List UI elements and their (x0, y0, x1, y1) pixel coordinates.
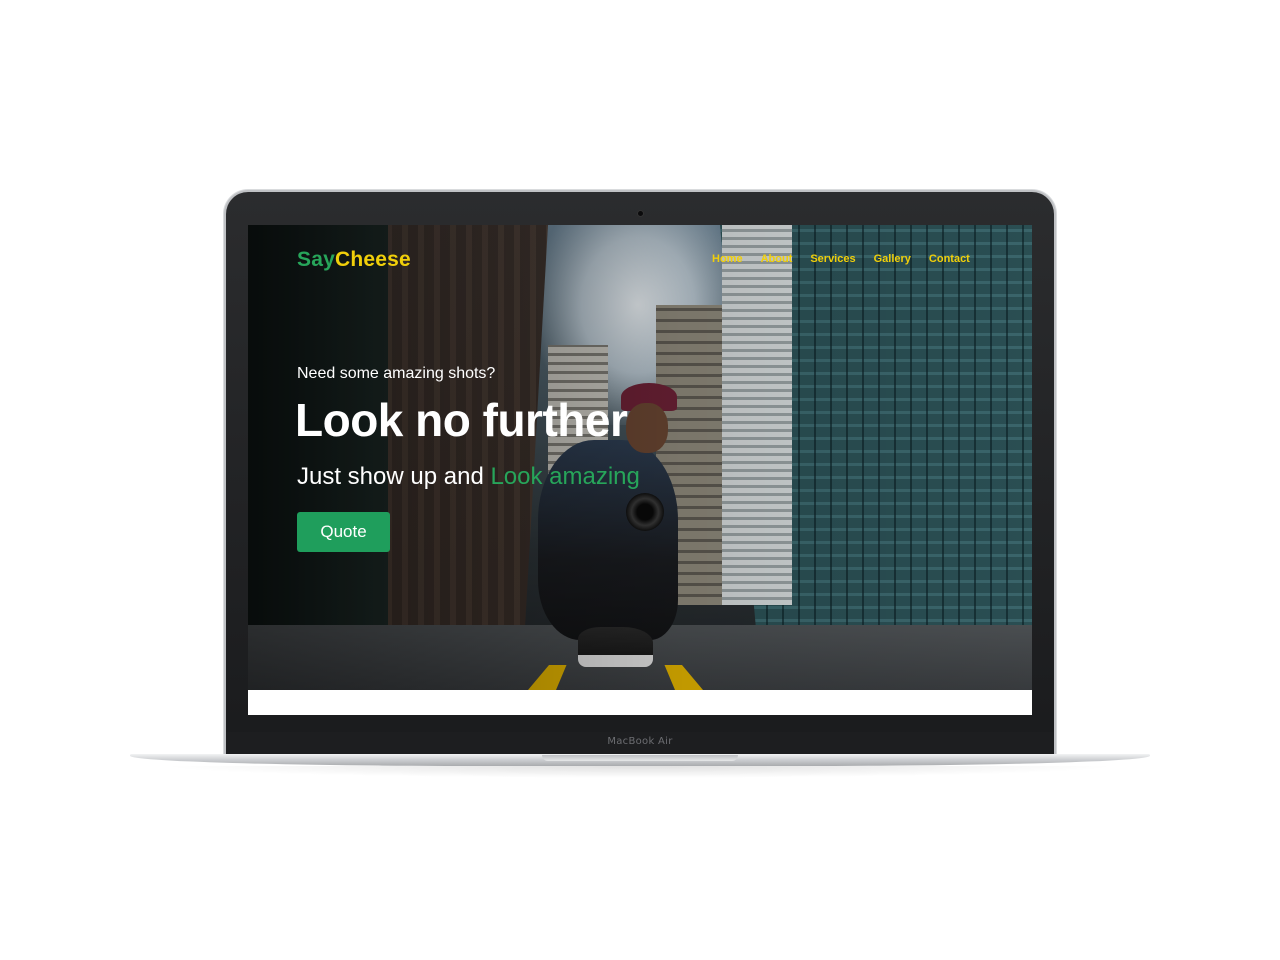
laptop-screen: SayCheese Home About Services Gallery Co… (248, 225, 1032, 715)
laptop-shadow (160, 766, 1120, 778)
hero-pre-heading: Need some amazing shots? (297, 365, 496, 382)
hero-section: SayCheese Home About Services Gallery Co… (248, 225, 1032, 690)
hero-heading: Look no further (295, 394, 628, 446)
hero-subheading: Just show up and Look amazing (297, 463, 640, 491)
logo-part-cheese: Cheese (334, 248, 411, 271)
nav-home[interactable]: Home (712, 253, 743, 265)
hero-sub-accent: Look amazing (490, 463, 640, 490)
webcam (638, 211, 643, 216)
nav-contact[interactable]: Contact (929, 253, 970, 265)
nav-about[interactable]: About (761, 253, 793, 265)
logo-part-say: Say (297, 248, 335, 271)
laptop-mockup: MacBook Air SayCheese Home About Service… (0, 0, 1280, 960)
laptop-opening-notch (542, 755, 738, 761)
model-label: MacBook Air (607, 736, 673, 747)
nav-gallery[interactable]: Gallery (874, 253, 911, 265)
main-nav: Home About Services Gallery Contact (712, 253, 970, 265)
hero-sub-plain: Just show up and (297, 463, 491, 490)
quote-button[interactable]: Quote (297, 512, 390, 552)
nav-services[interactable]: Services (810, 253, 855, 265)
site-logo[interactable]: SayCheese (297, 248, 411, 272)
